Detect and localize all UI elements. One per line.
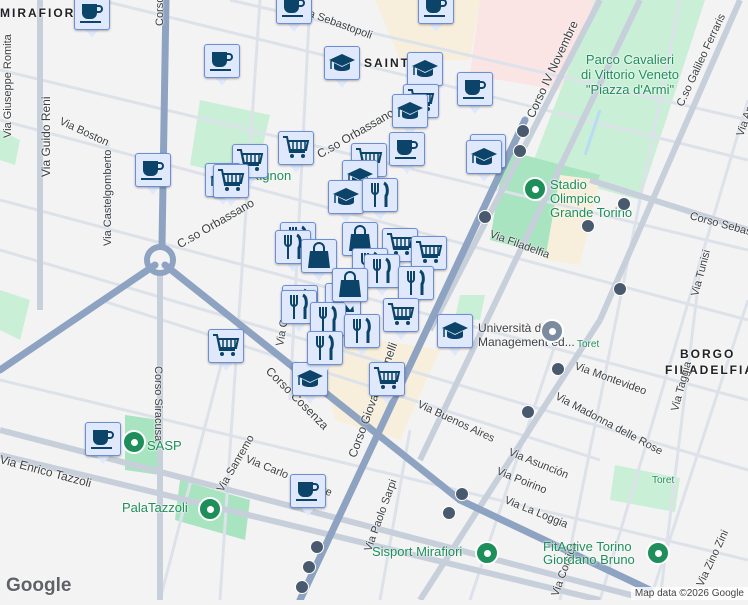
coffee-marker[interactable] — [290, 474, 326, 518]
cart-icon — [278, 131, 314, 165]
coffee-icon — [276, 0, 312, 24]
graduation-cap-icon — [392, 94, 428, 128]
sisport-pin-icon[interactable] — [475, 541, 499, 565]
coffee-icon — [85, 422, 121, 456]
graduation-cap-icon — [437, 314, 473, 348]
graduation-cap-marker[interactable] — [466, 140, 502, 184]
coffee-icon — [418, 0, 454, 24]
graduation-cap-marker[interactable] — [328, 180, 364, 224]
graduation-cap-icon — [466, 140, 502, 174]
coffee-marker[interactable] — [418, 0, 454, 34]
tram-stop-icon[interactable] — [521, 405, 535, 419]
coffee-marker[interactable] — [457, 72, 493, 116]
stadium-pin-icon[interactable] — [523, 177, 547, 201]
cart-marker[interactable] — [383, 298, 419, 342]
fork-knife-icon — [398, 266, 434, 300]
tram-stop-icon[interactable] — [442, 506, 456, 520]
coffee-marker[interactable] — [276, 0, 312, 34]
cart-icon — [369, 362, 405, 396]
street-label: Via Giuseppe Romita — [2, 34, 14, 138]
fork-knife-icon — [364, 254, 400, 288]
tram-stop-icon[interactable] — [516, 124, 530, 138]
tram-stop-icon[interactable] — [551, 362, 565, 376]
coffee-icon — [290, 474, 326, 508]
cart-marker[interactable] — [369, 362, 405, 406]
coffee-marker[interactable] — [74, 0, 110, 40]
area-label-mirafiori: MIRAFIORI — [0, 6, 81, 20]
street-label: Via Castelgomberto — [102, 149, 114, 246]
poi-label-sisport[interactable]: Sisport Mirafiori — [372, 544, 462, 559]
tram-stop-icon[interactable] — [617, 197, 631, 211]
tram-stop-icon[interactable] — [613, 282, 627, 296]
graduation-cap-marker[interactable] — [324, 46, 360, 90]
coffee-marker[interactable] — [85, 422, 121, 466]
coffee-icon — [389, 132, 425, 166]
poi-label-fitactive[interactable]: FitActive Torino Giordano Bruno — [543, 540, 653, 566]
map-canvas[interactable]: MIRAFIORI SAINT BORGO FILADELFIA Via Giu… — [0, 0, 748, 604]
tram-stop-icon[interactable] — [581, 219, 595, 233]
street-label: Corso Siracusa — [152, 366, 164, 442]
coffee-icon — [204, 44, 240, 78]
coffee-icon — [457, 72, 493, 106]
sasp-pin-icon[interactable] — [122, 430, 146, 454]
poi-label-parco[interactable]: Parco Cavalieri di Vittorio Veneto "Piaz… — [580, 52, 680, 97]
fork-knife-marker[interactable] — [307, 331, 343, 375]
poi-label-toret: Toret — [577, 339, 600, 350]
street-label: Corso Siracusa — [154, 0, 166, 26]
map-attribution[interactable]: Map data ©2026 Google — [630, 587, 748, 600]
google-logo: Google — [6, 575, 72, 596]
coffee-marker[interactable] — [204, 44, 240, 88]
fork-knife-marker[interactable] — [364, 254, 400, 298]
fitactive-pin-icon[interactable] — [646, 541, 670, 565]
area-label-saint: SAINT — [364, 56, 410, 70]
poi-label-toret: Toret — [652, 475, 675, 486]
coffee-icon — [135, 153, 171, 187]
graduation-cap-icon — [407, 52, 443, 86]
graduation-cap-marker[interactable] — [437, 314, 473, 358]
cart-icon — [213, 164, 249, 198]
poi-label-palatazzoli[interactable]: PalaTazzoli — [122, 500, 188, 515]
tram-stop-icon[interactable] — [295, 580, 309, 594]
tram-stop-icon[interactable] — [310, 540, 324, 554]
palatazzoli-pin-icon[interactable] — [198, 497, 222, 521]
cart-icon — [383, 298, 419, 332]
graduation-cap-icon — [324, 46, 360, 80]
fork-knife-icon — [307, 331, 343, 365]
poi-label-sasp[interactable]: SASP — [147, 438, 182, 453]
bag-marker[interactable] — [332, 268, 368, 312]
fork-knife-icon — [344, 314, 380, 348]
cart-icon — [411, 236, 447, 270]
tram-stop-icon[interactable] — [478, 210, 492, 224]
cart-marker[interactable] — [208, 329, 244, 373]
graduation-cap-icon — [328, 180, 364, 214]
university-pin-icon[interactable] — [540, 319, 564, 343]
cart-marker[interactable] — [213, 164, 249, 208]
tram-stop-icon[interactable] — [455, 487, 469, 501]
coffee-marker[interactable] — [135, 153, 171, 197]
area-label-borgo: BORGO — [680, 347, 736, 361]
cart-icon — [208, 329, 244, 363]
fork-knife-icon — [362, 178, 398, 212]
street-label: Via Guido Reni — [39, 96, 53, 178]
tram-stop-icon[interactable] — [513, 144, 527, 158]
fork-knife-marker[interactable] — [362, 178, 398, 222]
coffee-icon — [74, 0, 110, 30]
bag-icon — [332, 268, 368, 302]
coffee-marker[interactable] — [389, 132, 425, 176]
tram-stop-icon[interactable] — [302, 560, 316, 574]
fork-knife-marker[interactable] — [344, 314, 380, 358]
cart-marker[interactable] — [278, 131, 314, 175]
